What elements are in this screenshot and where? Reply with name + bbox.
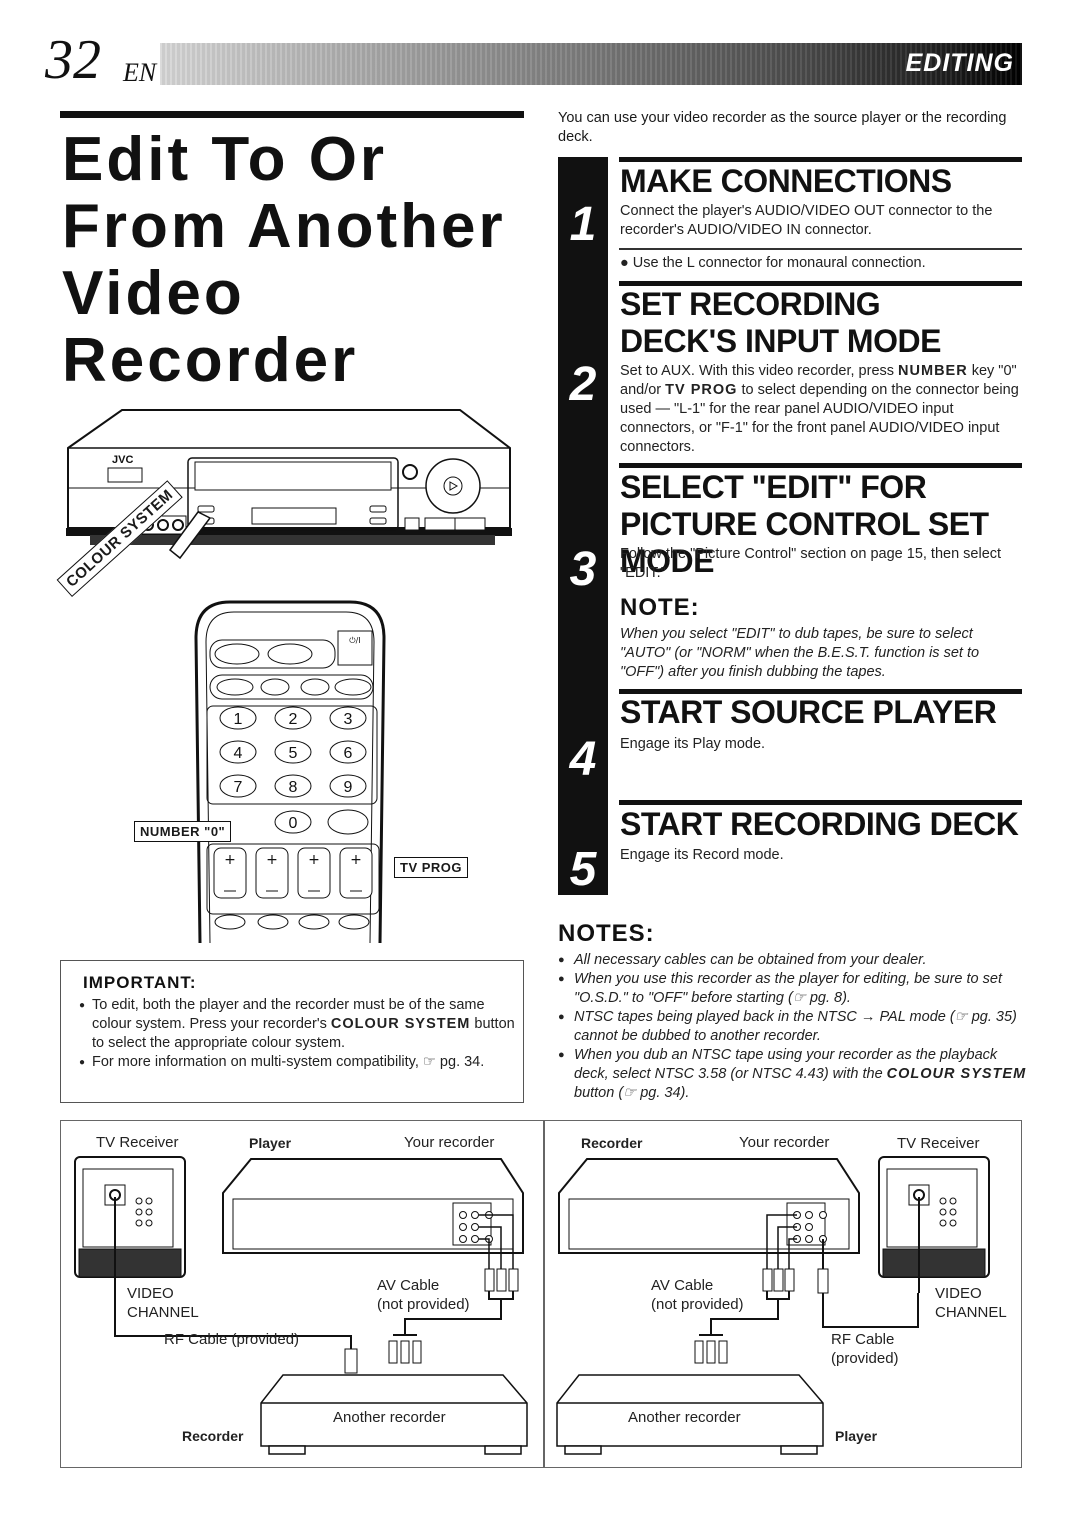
video-channel-label: VIDEO CHANNEL xyxy=(935,1285,1007,1321)
your-recorder-label: Your recorder xyxy=(739,1134,830,1151)
av-cable-label: AV Cable xyxy=(651,1277,714,1294)
step-bullet: ● Use the L connector for monaural conne… xyxy=(620,255,926,271)
role-label: Recorder xyxy=(581,1135,643,1151)
notes-list: All necessary cables can be obtained fro… xyxy=(558,951,1028,1103)
header-bar: EDITING xyxy=(160,43,1022,85)
title-rule xyxy=(60,111,524,118)
step-number: 3 xyxy=(569,543,597,596)
av-cable-note: (not provided) xyxy=(377,1296,470,1313)
note-item: NTSC tapes being played back in the NTSC… xyxy=(558,1008,1028,1046)
rf-cable-label: RF Cable (provided) xyxy=(164,1331,300,1348)
your-recorder-rear xyxy=(222,1158,524,1254)
plus-icon: + xyxy=(224,852,236,868)
remote-button xyxy=(327,809,369,835)
step-title: START RECORDING DECK xyxy=(620,806,1019,842)
plus-icon: + xyxy=(350,852,362,868)
keypad-label: 9 xyxy=(344,779,353,796)
keypad-label: 0 xyxy=(289,815,298,832)
av-cable-label: AV Cable xyxy=(377,1277,440,1294)
step-title: MAKE CONNECTIONS xyxy=(620,163,952,199)
page-language: EN xyxy=(123,58,157,87)
notes-heading: NOTES: xyxy=(558,920,655,947)
your-recorder-rear xyxy=(558,1158,860,1254)
brand-logo: JVC xyxy=(112,454,133,466)
important-item: For more information on multi-system com… xyxy=(79,1053,519,1072)
keypad-label: 6 xyxy=(344,745,353,762)
number-0-label: NUMBER "0" xyxy=(134,821,232,842)
rf-cable-note: (provided) xyxy=(831,1350,899,1367)
step-rule xyxy=(619,800,1022,805)
your-recorder-label: Your recorder xyxy=(404,1134,495,1151)
step-number: 4 xyxy=(569,733,597,786)
page-number: 32 xyxy=(45,29,101,91)
video-channel-label: VIDEO CHANNEL xyxy=(127,1285,199,1321)
important-item: To edit, both the player and the recorde… xyxy=(79,996,519,1053)
other-role-label: Recorder xyxy=(182,1428,244,1444)
power-icon: ⏻/I xyxy=(349,636,360,645)
step-text: Set to AUX. With this video recorder, pr… xyxy=(620,363,1019,455)
important-heading: IMPORTANT: xyxy=(83,973,197,992)
step-number: 2 xyxy=(569,358,597,411)
step-text: Connect the player's AUDIO/VIDEO OUT con… xyxy=(620,203,993,238)
another-recorder-label: Another recorder xyxy=(333,1409,446,1426)
keypad-label: 4 xyxy=(234,745,243,762)
step-number: 1 xyxy=(569,198,597,251)
keypad-label: 1 xyxy=(234,711,243,728)
section-label: EDITING xyxy=(905,49,1014,77)
step-rule xyxy=(619,157,1022,162)
keypad-label: 2 xyxy=(289,711,298,728)
divider xyxy=(619,248,1022,250)
note-text: When you select "EDIT" to dub tapes, be … xyxy=(620,626,980,680)
note-item: When you use this recorder as the player… xyxy=(558,970,1028,1008)
plus-icon: + xyxy=(308,852,320,868)
keypad-label: 5 xyxy=(289,745,298,762)
important-box: IMPORTANT: To edit, both the player and … xyxy=(60,960,524,1103)
other-role-label: Player xyxy=(835,1428,878,1444)
keypad-label: 7 xyxy=(234,779,243,796)
av-cable-note: (not provided) xyxy=(651,1296,744,1313)
step-bar: 1 2 3 4 5 xyxy=(558,157,608,896)
note-item: All necessary cables can be obtained fro… xyxy=(558,951,1028,970)
plus-icon: + xyxy=(266,852,278,868)
note-heading: NOTE: xyxy=(620,594,700,621)
tv-receiver-rear xyxy=(74,1156,186,1278)
note-item: When you dub an NTSC tape using your rec… xyxy=(558,1046,1028,1103)
role-label: Player xyxy=(249,1135,292,1151)
remote-control-illustration: ⏻/I 1 2 3 4 5 6 7 8 9 0 + + + + xyxy=(194,600,386,943)
keypad-label: 8 xyxy=(289,779,298,796)
another-recorder-label: Another recorder xyxy=(628,1409,741,1426)
step-text: Follow the "Picture Control" section on … xyxy=(620,546,1002,581)
step-text: Engage its Play mode. xyxy=(620,736,766,752)
tv-receiver-label: TV Receiver xyxy=(96,1134,179,1151)
rf-cable-label: RF Cable xyxy=(831,1331,895,1348)
step-title: START SOURCE PLAYER xyxy=(620,694,997,730)
page-title: Edit To Or From Another Video Recorder xyxy=(62,125,506,395)
tv-prog-label: TV PROG xyxy=(394,857,469,878)
tv-receiver-rear xyxy=(878,1156,990,1278)
step-text: Engage its Record mode. xyxy=(620,847,784,863)
important-list: To edit, both the player and the recorde… xyxy=(79,996,519,1072)
step-rule xyxy=(619,463,1022,468)
keypad-label: 3 xyxy=(344,711,353,728)
tv-receiver-label: TV Receiver xyxy=(897,1135,980,1152)
step-title: SET RECORDING DECK'S INPUT MODE xyxy=(620,286,941,359)
intro-text: You can use your video recorder as the s… xyxy=(558,110,1007,145)
step-number: 5 xyxy=(569,843,597,896)
connection-diagram: TV Receiver Player Your recorder VIDEO C… xyxy=(60,1120,1022,1468)
